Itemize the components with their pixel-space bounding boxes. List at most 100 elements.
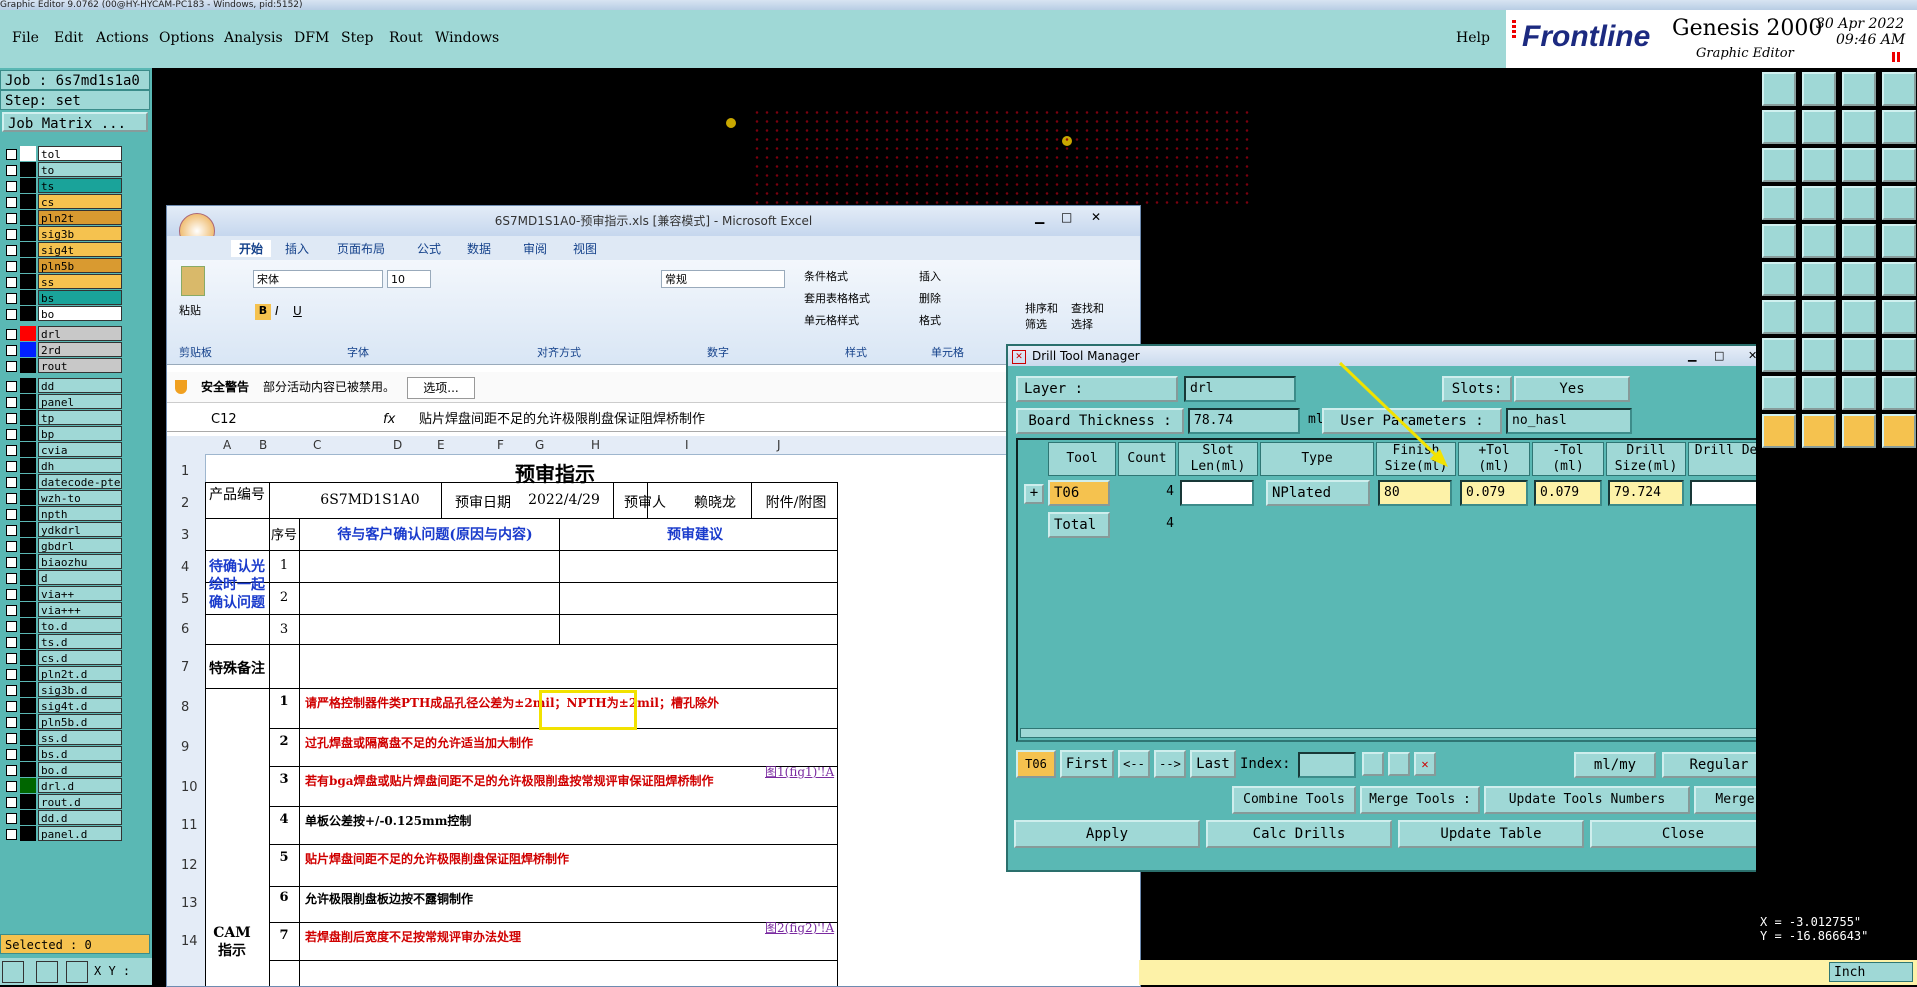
tool-icon[interactable] (1842, 110, 1876, 144)
layer-row[interactable]: bo (2, 306, 122, 322)
layer-color-swatch[interactable] (20, 650, 36, 665)
tool-icon[interactable] (1882, 224, 1916, 258)
cam-item-text[interactable]: 过孔焊盘或隔离盘不足的允许适当加大制作 (305, 734, 805, 754)
units-select[interactable]: ml/my (1574, 752, 1656, 778)
layer-color-swatch[interactable] (20, 458, 36, 473)
layer-name[interactable]: cs (38, 194, 122, 209)
layer-name[interactable]: to (38, 162, 122, 177)
horizontal-scrollbar[interactable] (1020, 728, 1774, 738)
tool-icon[interactable] (1842, 72, 1876, 106)
tab-insert[interactable]: 插入 (285, 240, 309, 257)
layer-row[interactable]: dd (2, 378, 122, 394)
tab-home[interactable]: 开始 (231, 240, 272, 257)
layer-checkbox[interactable] (6, 829, 17, 840)
layer-name[interactable]: ydkdrl (38, 522, 122, 537)
layer-row[interactable]: sig4t.d (2, 698, 122, 714)
apply-button[interactable]: Apply (1014, 820, 1200, 848)
tool-icon[interactable] (1802, 300, 1836, 334)
layer-name[interactable]: wzh-to (38, 490, 122, 505)
layer-color-swatch[interactable] (20, 522, 36, 537)
close-icon[interactable]: ✕ (1091, 210, 1101, 224)
layer-row[interactable]: panel.d (2, 826, 122, 842)
cam-label[interactable]: CAM指示 (207, 924, 257, 964)
date-value[interactable]: 2022/4/29 (519, 492, 609, 512)
tool-icon[interactable] (1762, 224, 1796, 258)
sort-filter-button[interactable]: 排序和筛选 (1025, 300, 1065, 332)
minimize-icon[interactable]: ▁ (1688, 346, 1696, 366)
layer-name[interactable]: ss (38, 274, 122, 289)
layer-name[interactable]: dh (38, 458, 122, 473)
row-header[interactable]: 10 (181, 780, 198, 795)
tool-icon[interactable] (1842, 262, 1876, 296)
product-label[interactable]: 产品编号 (207, 488, 267, 516)
update-table-button[interactable]: Update Table (1398, 820, 1584, 848)
layer-color-swatch[interactable] (20, 258, 36, 273)
layer-row[interactable]: via++ (2, 586, 122, 602)
layer-name[interactable]: sig4t.d (38, 698, 122, 713)
layer-color-swatch[interactable] (20, 410, 36, 425)
grid-icon[interactable] (66, 961, 88, 983)
menu-rout[interactable]: Rout (389, 30, 423, 46)
layer-name[interactable]: datecode-pte (38, 474, 122, 489)
tool-icon[interactable] (1802, 148, 1836, 182)
maximize-icon[interactable]: □ (1061, 210, 1072, 224)
search-icon[interactable] (1362, 752, 1384, 776)
layer-row[interactable]: biaozhu (2, 554, 122, 570)
layer-row[interactable]: npth (2, 506, 122, 522)
bold-icon[interactable]: B (255, 304, 271, 320)
layer-checkbox[interactable] (6, 229, 17, 240)
layer-row[interactable]: bo.d (2, 762, 122, 778)
advice-label[interactable]: 预审建议 (565, 524, 825, 544)
row-header[interactable]: 2 (181, 496, 189, 511)
layer-color-swatch[interactable] (20, 490, 36, 505)
menu-file[interactable]: File (12, 30, 39, 46)
maximize-icon[interactable]: □ (1714, 346, 1724, 366)
layer-name[interactable]: ss.d (38, 730, 122, 745)
layer-checkbox[interactable] (6, 701, 17, 712)
layer-checkbox[interactable] (6, 813, 17, 824)
attach-label[interactable]: 附件/附图 (755, 492, 837, 512)
layer-checkbox[interactable] (6, 717, 17, 728)
format-cells-button[interactable]: 格式 (919, 312, 941, 328)
layer-name[interactable]: via++ (38, 586, 122, 601)
calc-drills-button[interactable]: Calc Drills (1206, 820, 1392, 848)
layer-checkbox[interactable] (6, 797, 17, 808)
layer-row[interactable]: tp (2, 410, 122, 426)
column-header[interactable]: A (223, 438, 231, 452)
reviewer-label[interactable]: 预审人 (615, 492, 675, 512)
menu-options[interactable]: Options (159, 30, 214, 46)
row-minus-tol-input[interactable]: 0.079 (1534, 480, 1602, 506)
layer-checkbox[interactable] (6, 149, 17, 160)
layer-row[interactable]: ts (2, 178, 122, 194)
row-header[interactable]: 12 (181, 858, 198, 873)
layer-checkbox[interactable] (6, 181, 17, 192)
menu-windows[interactable]: Windows (435, 30, 499, 46)
worksheet[interactable]: 预审指示 产品编号 6S7MD1S1A0 预审日期 2022/4/29 预审人 赖晓龙 附件/… (205, 454, 1140, 986)
delete-cells-button[interactable]: 删除 (919, 290, 941, 306)
user-params-input[interactable]: no_hasl (1506, 408, 1632, 434)
menu-help[interactable]: Help (1456, 30, 1490, 46)
layer-name[interactable]: panel.d (38, 826, 122, 841)
layer-name[interactable]: bp (38, 426, 122, 441)
layer-row[interactable]: pln2t.d (2, 666, 122, 682)
layer-name[interactable]: cs.d (38, 650, 122, 665)
layer-row[interactable]: ydkdrl (2, 522, 122, 538)
layer-checkbox[interactable] (6, 653, 17, 664)
layer-color-swatch[interactable] (20, 178, 36, 193)
cam-item-number[interactable]: 3 (269, 772, 299, 792)
job-matrix-button[interactable]: Job Matrix ... (2, 112, 148, 132)
cam-item-text[interactable]: 贴片焊盘间距不足的允许极限削盘保证阻焊桥制作 (305, 850, 805, 870)
layer-color-swatch[interactable] (20, 210, 36, 225)
layer-color-swatch[interactable] (20, 506, 36, 521)
date-label[interactable]: 预审日期 (443, 492, 523, 512)
layer-name[interactable]: biaozhu (38, 554, 122, 569)
tool-icon[interactable] (1762, 262, 1796, 296)
tool-icon[interactable] (1882, 186, 1916, 220)
pause-icon[interactable] (1892, 52, 1900, 62)
layer-name[interactable]: sig4t (38, 242, 122, 257)
tool-icon[interactable] (1802, 414, 1836, 448)
column-header[interactable]: I (685, 438, 689, 452)
layer-color-swatch[interactable] (20, 194, 36, 209)
index-input[interactable] (1298, 752, 1356, 778)
tool-icon[interactable] (1802, 72, 1836, 106)
